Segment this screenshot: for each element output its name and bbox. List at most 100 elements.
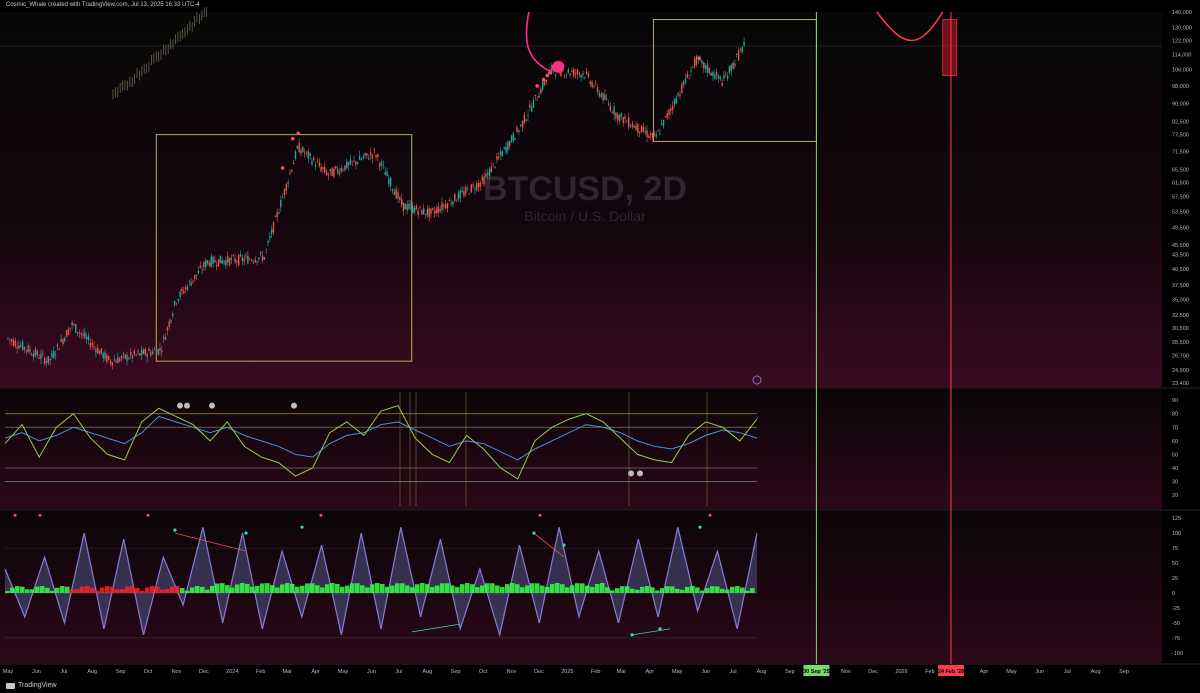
candle-body [254,259,256,263]
money-flow-bar [10,587,15,593]
money-flow-bar [15,586,20,593]
money-flow-bar [750,588,755,593]
candle-body [153,349,156,351]
candle-body [635,125,637,130]
candle-body [743,41,745,46]
candle-body [102,353,104,359]
candle-body [516,127,518,132]
money-flow-bar [550,584,555,593]
chart-canvas[interactable]: 140,000 130,000 122,000 114,000 106,000 98,00… [0,0,1200,693]
candle-body [379,163,381,167]
money-flow-bar [125,586,130,593]
money-flow-bar [165,588,170,593]
money-flow-bar [390,585,395,593]
rsi-signal-dot [177,402,183,409]
candle-body [210,256,212,267]
rsi-pane-background [0,389,1162,509]
money-flow-bar [50,590,55,593]
time-tick-label: Feb [591,669,600,675]
candle-body [640,125,643,132]
candle-body [80,333,82,335]
candle-body [351,161,353,162]
candle-body [168,322,170,327]
time-tick-label: May [1006,669,1017,675]
candle-body [596,87,599,92]
money-flow-bar [565,587,570,593]
rsi-tick-label: 20 [1172,493,1178,499]
candle-body [607,103,610,106]
candle-body [649,133,652,136]
money-flow-bar [480,585,485,593]
money-flow-bar [200,586,205,593]
candle-body [461,190,463,192]
money-flow-bar [530,583,535,593]
money-flow-bar [330,582,335,593]
money-flow-bar [175,586,180,593]
candle-body [580,74,582,78]
price-tick-label: 45,500 [1172,243,1189,249]
price-tick-label: 57,500 [1172,195,1189,201]
candle-body [541,81,544,90]
candle-body [203,262,205,268]
candle-body [281,197,284,198]
money-flow-bar [545,586,550,593]
money-flow-bar [580,583,585,593]
sell-signal-marker [541,77,546,82]
candle-body [258,257,260,260]
candle-body [21,341,24,351]
candle-body [347,162,350,166]
price-tick-label: 24,900 [1172,368,1189,374]
time-tick-label: Dec [199,669,209,675]
candle-body [9,339,11,341]
candle-body [194,274,196,280]
money-flow-bar [680,589,685,593]
candle-body [43,358,46,364]
money-flow-bar [725,589,730,593]
candle-body [201,269,203,271]
candle-body [305,151,308,153]
candle-body [704,65,707,69]
candle-body [670,108,672,111]
candle-body [498,156,500,158]
money-flow-bar [380,584,385,593]
chart-credit: Cosmic_Whale created with TradingView.co… [6,2,200,8]
candle-body [291,169,293,172]
time-tick-label: Jul [730,669,737,675]
money-flow-bar [320,587,325,593]
price-tick-label: 114,000 [1172,53,1191,59]
money-flow-bar [395,583,400,593]
candle-body [186,286,189,291]
candle-body [452,201,454,205]
candle-body [514,137,516,140]
candle-body [501,151,504,157]
money-flow-bar [130,586,135,593]
candle-body [184,287,187,290]
candle-body [91,342,93,346]
money-flow-bar [220,583,225,593]
money-flow-bar [495,585,500,593]
candle-body [719,76,721,80]
time-tick-label: Sep [1119,669,1129,675]
oscillator-top-marker [38,513,42,517]
candle-body [172,313,174,316]
candle-body [737,50,740,60]
sell-signal-marker [535,84,539,88]
candle-body [216,264,218,267]
candle-body [741,47,743,53]
candle-body [146,354,148,358]
money-flow-bar [745,590,750,593]
candle-body [195,274,198,276]
time-tick-label: Aug [1091,669,1101,675]
candle-body [109,361,112,364]
candle-body [225,259,227,266]
candle-body [228,258,231,266]
candle-body [173,300,176,306]
candle-body [276,212,278,218]
candle-body [545,79,548,82]
money-flow-bar [585,585,590,593]
money-flow-bar [340,586,345,593]
candle-body [435,208,438,213]
sell-signal-marker [697,56,702,61]
candle-body [129,352,132,356]
candle-body [270,229,273,235]
